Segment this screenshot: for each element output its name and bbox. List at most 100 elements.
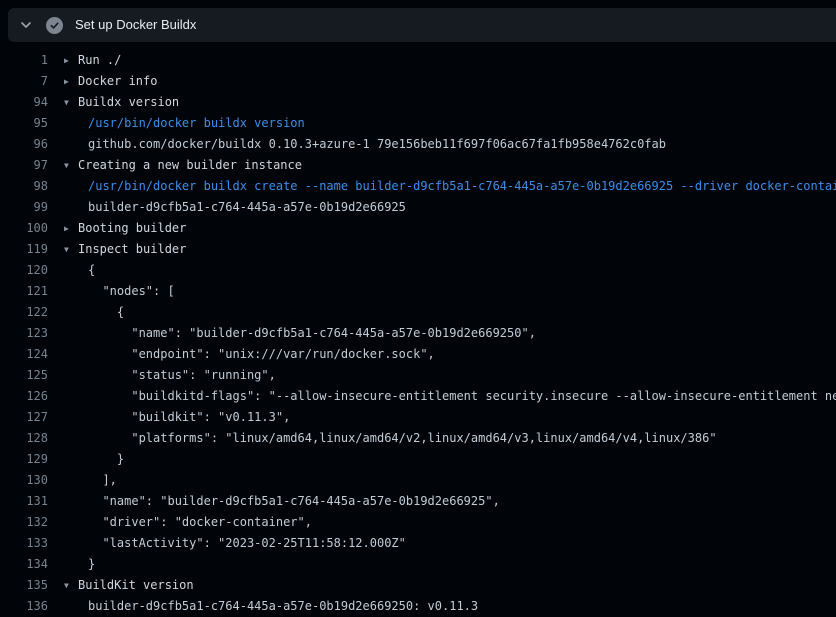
log-line: 123 "name": "builder-d9cfb5a1-c764-445a-… — [0, 323, 836, 344]
log-line-text: BuildKit version — [78, 578, 194, 592]
log-line: 99 builder-d9cfb5a1-c764-445a-a57e-0b19d2… — [0, 197, 836, 218]
line-number[interactable]: 1 — [0, 50, 48, 71]
line-number[interactable]: 122 — [0, 302, 48, 323]
log-line: 1 ▶ Run ./ — [0, 50, 836, 71]
log-text: builder-d9cfb5a1-c764-445a-a57e-0b19d2e6… — [48, 596, 836, 617]
triangle-down-icon[interactable]: ▼ — [64, 239, 73, 260]
line-number[interactable]: 131 — [0, 491, 48, 512]
log-line: 98/usr/bin/docker buildx create --name b… — [0, 176, 836, 197]
line-number[interactable]: 96 — [0, 134, 48, 155]
log-line-text: "buildkitd-flags": "--allow-insecure-ent… — [88, 389, 836, 403]
line-number[interactable]: 129 — [0, 449, 48, 470]
line-number[interactable]: 123 — [0, 323, 48, 344]
log-line: 95/usr/bin/docker buildx version — [0, 113, 836, 134]
line-number[interactable]: 124 — [0, 344, 48, 365]
log-line: 131 "name": "builder-d9cfb5a1-c764-445a-… — [0, 491, 836, 512]
log-group-header[interactable]: ▶Booting builder — [48, 218, 836, 239]
line-number[interactable]: 121 — [0, 281, 48, 302]
log-line: 130 ], — [0, 470, 836, 491]
log-text: github.com/docker/buildx 0.10.3+azure-1 … — [48, 134, 836, 155]
line-number[interactable]: 7 — [0, 71, 48, 92]
log-line: 133 "lastActivity": "2023-02-25T11:58:12… — [0, 533, 836, 554]
line-number[interactable]: 99 — [0, 197, 48, 218]
line-number[interactable]: 128 — [0, 428, 48, 449]
log-group-header[interactable]: ▶Docker info — [48, 71, 836, 92]
triangle-right-icon[interactable]: ▶ — [64, 218, 73, 239]
log-text: /usr/bin/docker buildx version — [48, 113, 836, 134]
log-text: ], — [48, 470, 836, 491]
log-text: "driver": "docker-container", — [48, 512, 836, 533]
line-number[interactable]: 130 — [0, 470, 48, 491]
triangle-down-icon[interactable]: ▼ — [64, 575, 73, 596]
log-text: /usr/bin/docker buildx create --name bui… — [48, 176, 836, 197]
log-line: 127 "buildkit": "v0.11.3", — [0, 407, 836, 428]
log-line-text: Creating a new builder instance — [78, 158, 302, 172]
log-line: 135 ▼ BuildKit version — [0, 575, 836, 596]
triangle-down-icon[interactable]: ▼ — [64, 155, 73, 176]
log-group-header[interactable]: ▼Buildx version — [48, 92, 836, 113]
log-text: "platforms": "linux/amd64,linux/amd64/v2… — [48, 428, 836, 449]
line-number[interactable]: 120 — [0, 260, 48, 281]
log-line: 119 ▼ Inspect builder — [0, 239, 836, 260]
line-number[interactable]: 127 — [0, 407, 48, 428]
log-line-text: { — [88, 263, 95, 277]
log-line-text: ], — [88, 473, 117, 487]
log-line: 121 "nodes": [ — [0, 281, 836, 302]
line-number[interactable]: 134 — [0, 554, 48, 575]
log-line-text: } — [88, 452, 124, 466]
log-line: 96 github.com/docker/buildx 0.10.3+azure-… — [0, 134, 836, 155]
log-line-text: "buildkit": "v0.11.3", — [88, 410, 290, 424]
log-line: 132 "driver": "docker-container", — [0, 512, 836, 533]
log-group-header[interactable]: ▼ BuildKit version — [48, 575, 836, 596]
line-number[interactable]: 94 — [0, 92, 48, 113]
line-number[interactable]: 97 — [0, 155, 48, 176]
line-number[interactable]: 132 — [0, 512, 48, 533]
log-text: { — [48, 302, 836, 323]
log-text: "buildkit": "v0.11.3", — [48, 407, 836, 428]
line-number[interactable]: 126 — [0, 386, 48, 407]
log-text: "lastActivity": "2023-02-25T11:58:12.000… — [48, 533, 836, 554]
log-line-text: /usr/bin/docker buildx version — [88, 116, 305, 130]
log-text: "buildkitd-flags": "--allow-insecure-ent… — [48, 386, 836, 407]
log-line: 122 { — [0, 302, 836, 323]
log-text: } — [48, 449, 836, 470]
triangle-right-icon[interactable]: ▶ — [64, 71, 73, 92]
log-line-text: builder-d9cfb5a1-c764-445a-a57e-0b19d2e6… — [88, 599, 478, 613]
log-line: 128 "platforms": "linux/amd64,linux/amd6… — [0, 428, 836, 449]
line-number[interactable]: 95 — [0, 113, 48, 134]
triangle-right-icon[interactable]: ▶ — [64, 50, 73, 71]
log-line-text: github.com/docker/buildx 0.10.3+azure-1 … — [88, 137, 666, 151]
log-text: builder-d9cfb5a1-c764-445a-a57e-0b19d2e6… — [48, 197, 836, 218]
log-line: 120 { — [0, 260, 836, 281]
line-number[interactable]: 133 — [0, 533, 48, 554]
line-number[interactable]: 135 — [0, 575, 48, 596]
log-line-text: /usr/bin/docker buildx create --name bui… — [88, 179, 836, 193]
log-text: { — [48, 260, 836, 281]
log-line-text: "name": "builder-d9cfb5a1-c764-445a-a57e… — [88, 326, 536, 340]
chevron-down-icon[interactable] — [18, 17, 34, 33]
log-line: 7▶Docker info — [0, 71, 836, 92]
log-line: 100▶Booting builder — [0, 218, 836, 239]
log-line-text: "endpoint": "unix:///var/run/docker.sock… — [88, 347, 435, 361]
triangle-down-icon[interactable]: ▼ — [64, 92, 73, 113]
log-line: 125 "status": "running", — [0, 365, 836, 386]
log-group-header[interactable]: ▼ Inspect builder — [48, 239, 836, 260]
log-line-text: builder-d9cfb5a1-c764-445a-a57e-0b19d2e6… — [88, 200, 406, 214]
line-number[interactable]: 119 — [0, 239, 48, 260]
log-line-text: { — [88, 305, 124, 319]
log-line-text: } — [88, 557, 95, 571]
log-text: "endpoint": "unix:///var/run/docker.sock… — [48, 344, 836, 365]
log-line-text: "platforms": "linux/amd64,linux/amd64/v2… — [88, 431, 717, 445]
log-line: 129 } — [0, 449, 836, 470]
log-line: 94▼Buildx version — [0, 92, 836, 113]
log-viewer: 1 ▶ Run ./ 7▶Docker info94▼Buildx version95… — [0, 50, 836, 604]
log-line-text: Run ./ — [78, 53, 121, 67]
log-group-header[interactable]: ▼ Creating a new builder instance — [48, 155, 836, 176]
step-header[interactable]: Set up Docker Buildx — [8, 8, 836, 42]
log-group-header[interactable]: ▶ Run ./ — [48, 50, 836, 71]
line-number[interactable]: 100 — [0, 218, 48, 239]
line-number[interactable]: 98 — [0, 176, 48, 197]
line-number[interactable]: 136 — [0, 596, 48, 617]
line-number[interactable]: 125 — [0, 365, 48, 386]
log-line-text: Inspect builder — [78, 242, 186, 256]
